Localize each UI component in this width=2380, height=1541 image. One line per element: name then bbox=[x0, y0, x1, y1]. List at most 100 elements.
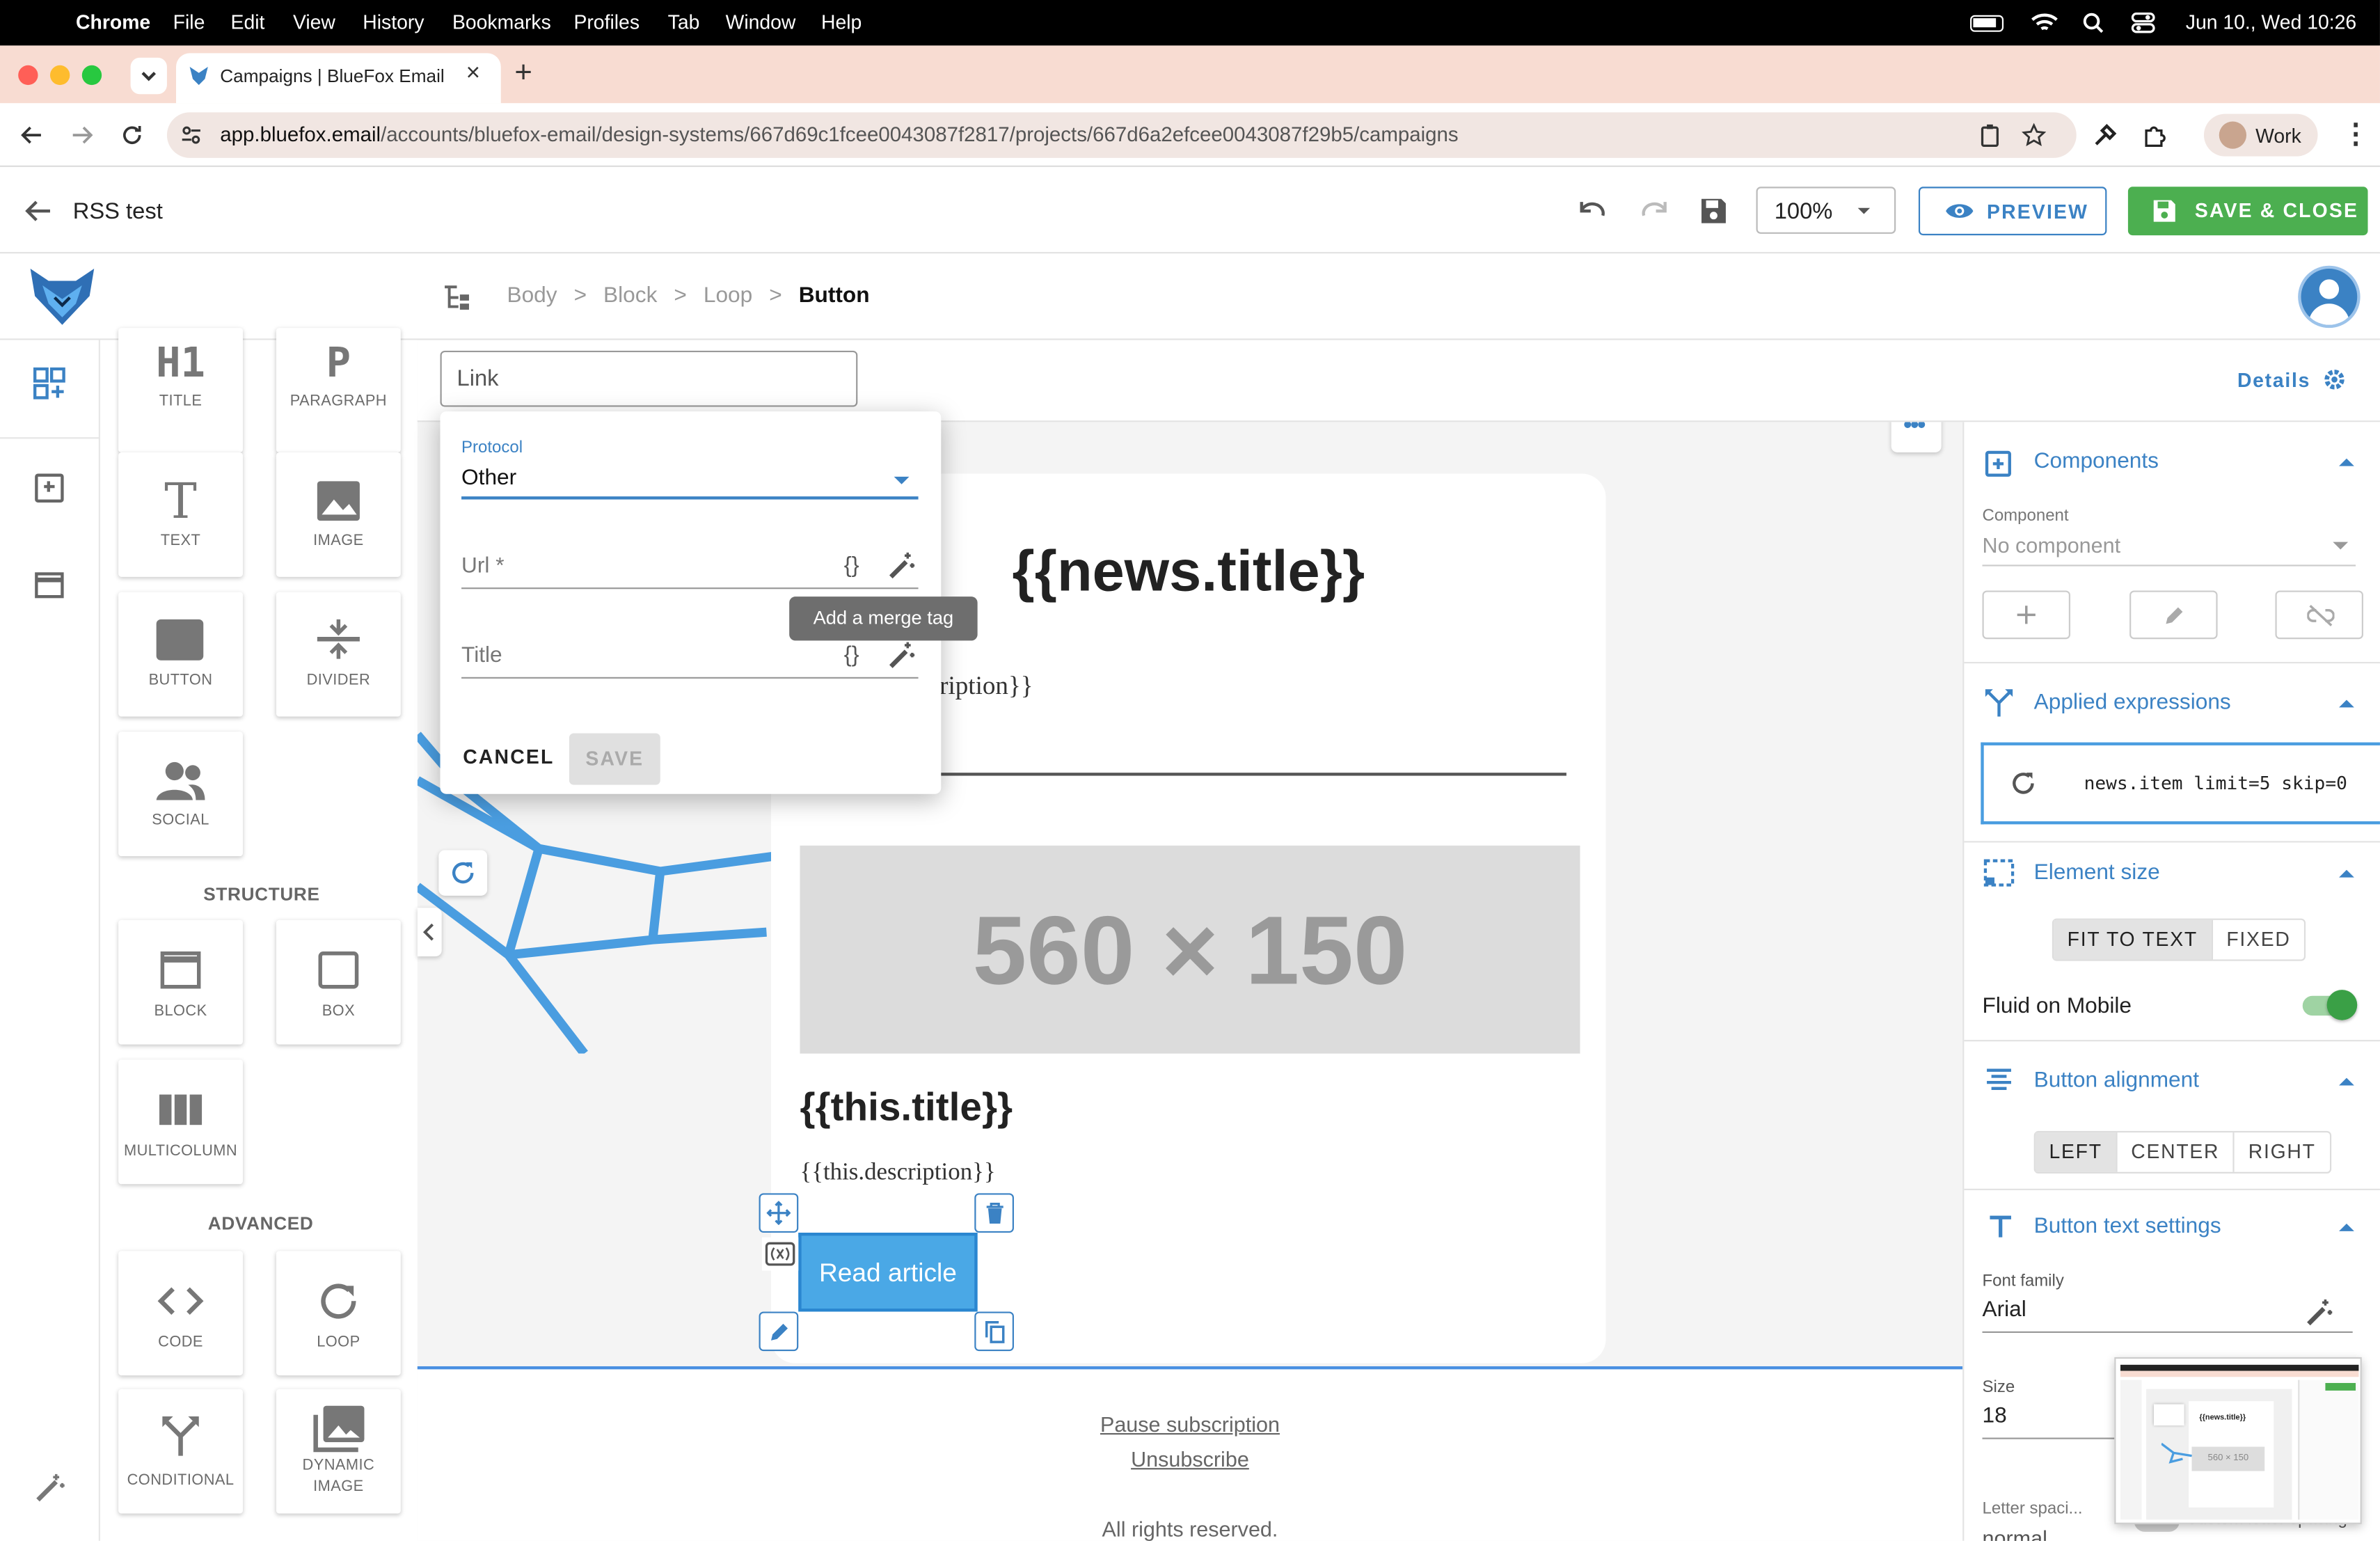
tree-structure-icon[interactable] bbox=[443, 284, 470, 311]
reload-icon[interactable] bbox=[120, 123, 144, 148]
components-heading[interactable]: Components bbox=[2034, 450, 2159, 474]
loop-refresh-button[interactable] bbox=[438, 850, 488, 896]
palette-tile-loop[interactable]: LOOP bbox=[276, 1251, 401, 1376]
collapse-caret-icon[interactable] bbox=[2338, 1221, 2356, 1233]
menu-edit[interactable]: Edit bbox=[231, 10, 265, 33]
battery-icon[interactable] bbox=[1970, 15, 2004, 32]
add-component-button[interactable] bbox=[1982, 590, 2071, 640]
item-description[interactable]: {{this.description}} bbox=[800, 1160, 995, 1187]
palette-tile-dynamic-image[interactable]: DYNAMIC IMAGE bbox=[276, 1389, 401, 1514]
edit-component-button[interactable] bbox=[2129, 590, 2218, 640]
control-center-icon[interactable] bbox=[2131, 12, 2155, 33]
magic-wand-icon[interactable] bbox=[887, 640, 917, 671]
breadcrumb-item-block[interactable]: Block bbox=[603, 284, 657, 308]
address-bar[interactable]: app.bluefox.email/accounts/bluefox-email… bbox=[166, 112, 2077, 158]
back-arrow-icon[interactable] bbox=[24, 199, 51, 223]
size-option-fixed[interactable]: FIXED bbox=[2211, 919, 2305, 960]
align-right-option[interactable]: RIGHT bbox=[2232, 1132, 2329, 1172]
menu-window[interactable]: Window bbox=[726, 10, 796, 33]
merge-tag-icon[interactable]: {} bbox=[844, 642, 859, 668]
news-description[interactable]: ription}} bbox=[939, 671, 1033, 702]
unsubscribe-link[interactable]: Unsubscribe bbox=[418, 1447, 1962, 1471]
add-elements-icon[interactable] bbox=[33, 367, 67, 401]
window-close-button[interactable] bbox=[18, 65, 38, 86]
chrome-menu-icon[interactable]: ⋮ bbox=[2342, 118, 2369, 150]
align-center-option[interactable]: CENTER bbox=[2116, 1132, 2232, 1172]
pause-subscription-link[interactable]: Pause subscription bbox=[418, 1412, 1962, 1436]
collapse-caret-icon[interactable] bbox=[2338, 697, 2356, 709]
protocol-select[interactable]: Other bbox=[461, 463, 919, 500]
site-info-icon[interactable] bbox=[181, 125, 203, 146]
spotlight-search-icon[interactable] bbox=[2082, 12, 2104, 33]
palette-tile-text[interactable]: T TEXT bbox=[118, 452, 243, 577]
menu-view[interactable]: View bbox=[293, 10, 335, 33]
palette-tile-multicolumn[interactable]: MULTICOLUMN bbox=[118, 1059, 243, 1185]
menu-app-name[interactable]: Chrome bbox=[76, 10, 150, 33]
redo-icon[interactable] bbox=[1640, 199, 1670, 223]
undo-icon[interactable] bbox=[1577, 199, 1608, 223]
component-select[interactable]: No component bbox=[1982, 533, 2356, 567]
divider-line[interactable] bbox=[898, 773, 1566, 776]
back-arrow-icon[interactable] bbox=[19, 123, 44, 148]
palette-tile-divider[interactable]: DIVIDER bbox=[276, 592, 401, 717]
cancel-button[interactable]: CANCEL bbox=[463, 745, 554, 768]
expressions-heading[interactable]: Applied expressions bbox=[2034, 690, 2231, 715]
wifi-icon[interactable] bbox=[2031, 12, 2058, 33]
details-link[interactable]: Details bbox=[2237, 369, 2310, 392]
menu-profiles[interactable]: Profiles bbox=[573, 10, 640, 33]
font-family-field[interactable]: Arial bbox=[1982, 1298, 2353, 1334]
read-article-button[interactable]: Read article bbox=[798, 1233, 978, 1312]
letter-spacing-value[interactable]: normal bbox=[1983, 1526, 2047, 1541]
user-avatar[interactable] bbox=[2298, 265, 2361, 329]
saved-components-icon[interactable] bbox=[33, 471, 67, 504]
palette-tile-button[interactable]: BUTTON bbox=[118, 592, 243, 717]
bluefox-logo[interactable] bbox=[27, 264, 97, 329]
magic-wand-icon[interactable] bbox=[887, 551, 917, 582]
expression-button[interactable] bbox=[761, 1237, 799, 1271]
text-settings-heading[interactable]: Button text settings bbox=[2034, 1215, 2221, 1239]
title-input[interactable]: Title {} bbox=[461, 642, 919, 680]
magic-wand-icon[interactable] bbox=[2304, 1298, 2335, 1329]
align-left-option[interactable]: LEFT bbox=[2035, 1132, 2116, 1172]
email-footer[interactable]: Pause subscription Unsubscribe All right… bbox=[417, 1366, 1963, 1541]
breadcrumb-item-button[interactable]: Button bbox=[799, 284, 870, 308]
fluid-mobile-toggle[interactable] bbox=[2302, 990, 2358, 1020]
page-minimap[interactable]: {{news.title}} 560 × 150 bbox=[2114, 1357, 2362, 1524]
palette-tile-social[interactable]: SOCIAL bbox=[118, 732, 243, 857]
layout-window-icon[interactable] bbox=[33, 571, 67, 601]
edit-element-button[interactable] bbox=[759, 1311, 799, 1352]
gear-icon[interactable] bbox=[2322, 368, 2347, 392]
new-tab-icon[interactable]: + bbox=[514, 56, 532, 91]
url-input[interactable]: Url * {} bbox=[461, 551, 919, 590]
tab-search-button[interactable] bbox=[130, 57, 167, 95]
magic-wand-icon[interactable] bbox=[33, 1471, 67, 1504]
profile-chip[interactable]: Work bbox=[2203, 113, 2318, 157]
bookmark-star-icon[interactable] bbox=[2022, 123, 2047, 148]
clipboard-icon[interactable] bbox=[1978, 123, 2002, 148]
zoom-select[interactable]: 100% bbox=[1756, 187, 1896, 234]
size-field[interactable]: 18 bbox=[1982, 1405, 2119, 1439]
duplicate-element-button[interactable] bbox=[974, 1311, 1014, 1352]
breadcrumb-item-loop[interactable]: Loop bbox=[704, 284, 752, 308]
menubar-clock[interactable]: Jun 10., Wed 10:26 bbox=[2186, 10, 2356, 33]
palette-tile-conditional[interactable]: CONDITIONAL bbox=[118, 1389, 243, 1514]
menu-tab[interactable]: Tab bbox=[668, 10, 700, 33]
palette-tile-block[interactable]: BLOCK bbox=[118, 919, 243, 1045]
eyedropper-extension-icon[interactable] bbox=[2092, 121, 2119, 148]
image-placeholder[interactable]: 560 × 150 bbox=[800, 845, 1580, 1054]
save-button[interactable]: SAVE bbox=[569, 733, 660, 785]
move-handle[interactable] bbox=[759, 1193, 799, 1233]
window-zoom-button[interactable] bbox=[81, 65, 102, 86]
collapse-palette-button[interactable] bbox=[417, 908, 442, 957]
unlink-component-button[interactable] bbox=[2275, 590, 2363, 640]
size-option-fit[interactable]: FIT TO TEXT bbox=[2054, 919, 2212, 960]
preview-button[interactable]: PREVIEW bbox=[1918, 187, 2107, 236]
collapse-caret-icon[interactable] bbox=[2338, 455, 2356, 467]
link-field[interactable]: Link bbox=[440, 350, 858, 407]
merge-tag-icon[interactable]: {} bbox=[844, 553, 859, 578]
palette-tile-code[interactable]: CODE bbox=[118, 1251, 243, 1376]
menu-help[interactable]: Help bbox=[821, 10, 862, 33]
menu-bookmarks[interactable]: Bookmarks bbox=[452, 10, 551, 33]
element-size-heading[interactable]: Element size bbox=[2034, 861, 2160, 885]
breadcrumb-item-body[interactable]: Body bbox=[507, 284, 557, 308]
